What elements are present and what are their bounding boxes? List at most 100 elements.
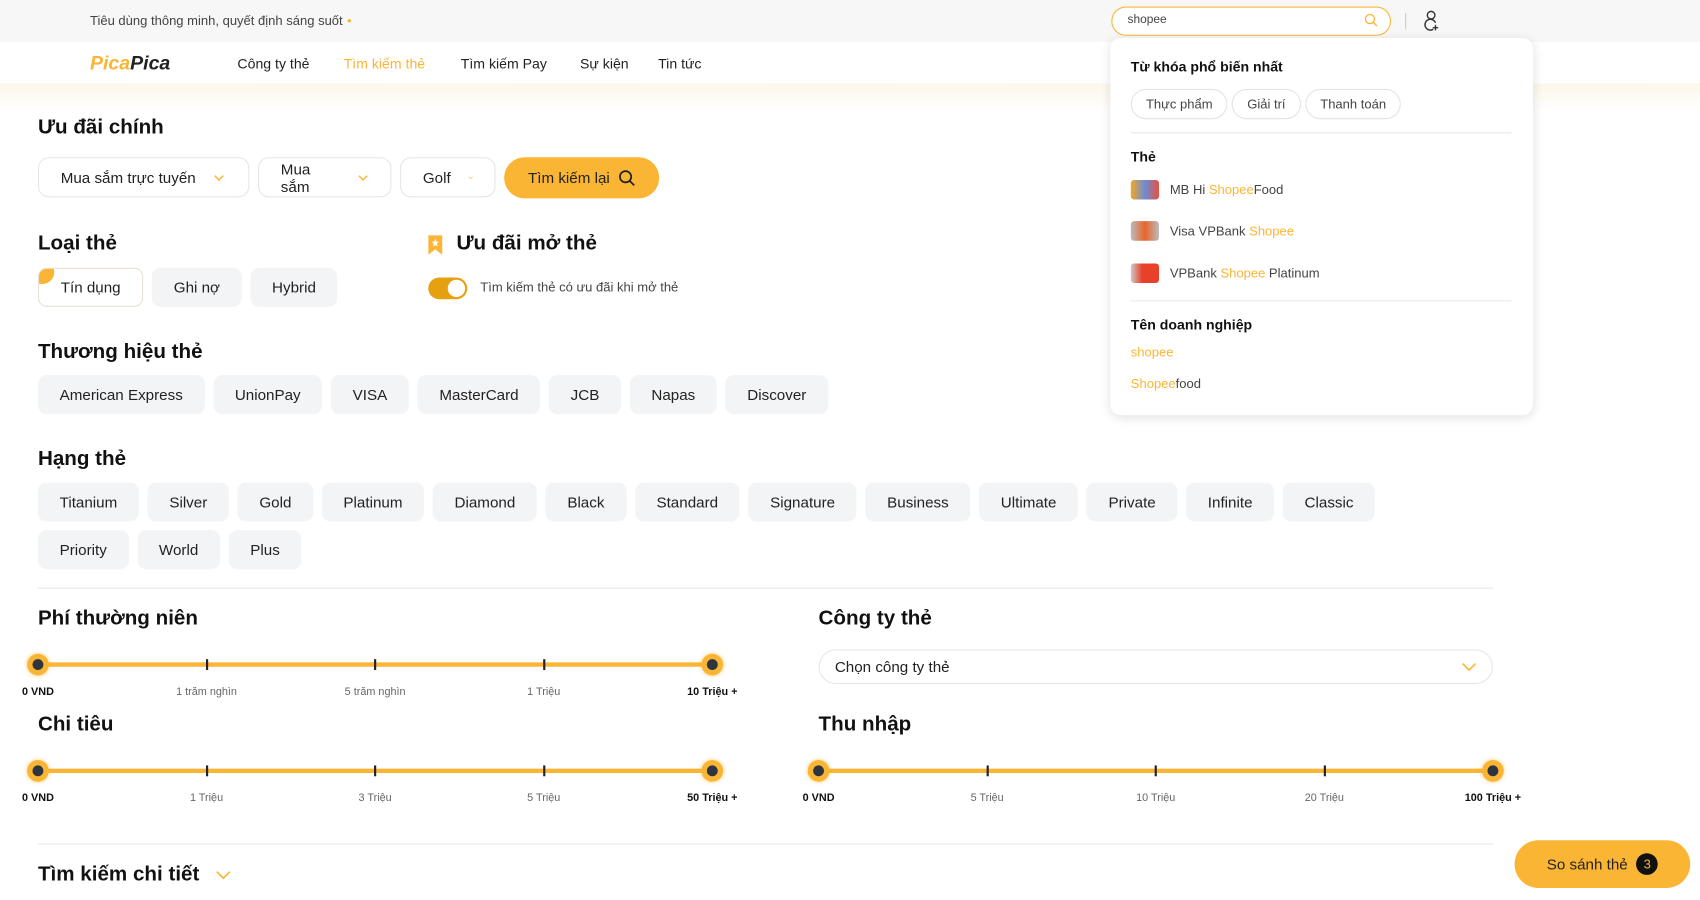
slider-max-handle[interactable] bbox=[1482, 760, 1504, 782]
compare-cards-button[interactable]: So sánh thẻ 3 bbox=[1514, 840, 1691, 888]
company-select[interactable]: Chọn công ty thẻ bbox=[818, 649, 1493, 685]
chip-brand-visa[interactable]: VISA bbox=[330, 375, 409, 415]
search-input[interactable]: shopee bbox=[1111, 6, 1392, 36]
chip-tier-private[interactable]: Private bbox=[1086, 482, 1178, 522]
divider bbox=[37, 587, 1493, 589]
brand-options: American Express UnionPay VISA MasterCard JC… bbox=[37, 375, 829, 415]
chevron-down-icon bbox=[216, 871, 231, 880]
bookmark-star-icon bbox=[428, 235, 443, 255]
section-title-main-offer: Ưu đãi chính bbox=[37, 116, 164, 139]
section-title-spending: Chi tiêu bbox=[37, 713, 114, 737]
chip-brand-discover[interactable]: Discover bbox=[725, 375, 829, 415]
card-thumbnail bbox=[1130, 263, 1159, 283]
search-icon[interactable] bbox=[1364, 13, 1378, 27]
section-title-company: Công ty thẻ bbox=[818, 607, 932, 630]
logo[interactable]: PicaPica bbox=[90, 52, 170, 75]
slider-max-handle[interactable] bbox=[701, 760, 724, 782]
chevron-down-icon bbox=[358, 174, 369, 181]
slider-tick-label: 50 Triệu + bbox=[687, 792, 738, 805]
chip-brand-american-express[interactable]: American Express bbox=[37, 375, 205, 415]
chip-tin-dung[interactable]: Tín dụng bbox=[37, 267, 144, 307]
chip-brand-mastercard[interactable]: MasterCard bbox=[417, 375, 541, 415]
chip-brand-unionpay[interactable]: UnionPay bbox=[213, 375, 323, 415]
chip-tier-platinum[interactable]: Platinum bbox=[321, 482, 425, 522]
section-title-income: Thu nhập bbox=[818, 713, 912, 737]
nav-tim-kiem-pay[interactable]: Tìm kiếm Pay bbox=[461, 55, 547, 71]
user-add-icon[interactable] bbox=[1422, 10, 1439, 32]
chip-tier-ultimate[interactable]: Ultimate bbox=[979, 482, 1079, 522]
open-offer-toggle[interactable] bbox=[428, 277, 468, 300]
popular-keywords-title: Từ khóa phổ biến nhất bbox=[1130, 58, 1283, 75]
section-title-open-offer: Ưu đãi mở thẻ bbox=[456, 232, 597, 255]
slider-tick-label: 1 Triệu bbox=[189, 792, 224, 805]
search-suggestions-panel: Từ khóa phổ biến nhất Thực phẩm Giải trí… bbox=[1110, 37, 1534, 416]
nav-su-kien[interactable]: Sự kiện bbox=[580, 55, 629, 71]
nav-tim-kiem-the[interactable]: Tìm kiếm thẻ bbox=[344, 55, 425, 71]
dropdown-label: Mua sắm bbox=[280, 159, 311, 195]
keyword-chip[interactable]: Giải trí bbox=[1232, 88, 1301, 120]
company-suggestion[interactable]: shopee bbox=[1131, 345, 1174, 360]
nav-tin-tuc[interactable]: Tin tức bbox=[658, 55, 701, 71]
dropdown-label: Mua sắm trực tuyến bbox=[60, 168, 196, 186]
chip-tier-plus[interactable]: Plus bbox=[228, 530, 302, 570]
chip-tier-titanium[interactable]: Titanium bbox=[37, 482, 139, 522]
chip-tier-silver[interactable]: Silver bbox=[147, 482, 229, 522]
search-again-button[interactable]: Tìm kiếm lại bbox=[504, 157, 660, 199]
card-suggestion[interactable]: VPBank Shopee Platinum bbox=[1130, 263, 1320, 283]
keyword-chip[interactable]: Thực phẩm bbox=[1130, 88, 1228, 120]
card-type-options: Tín dụng Ghi nợ Hybrid bbox=[37, 267, 338, 307]
chip-tier-infinite[interactable]: Infinite bbox=[1186, 482, 1275, 522]
company-suggestion[interactable]: Shopeefood bbox=[1131, 376, 1201, 391]
dropdown-category[interactable]: Mua sắm trực tuyến bbox=[37, 157, 250, 198]
button-label: So sánh thẻ bbox=[1546, 855, 1628, 873]
slider-tick-label: 20 Triệu bbox=[1304, 792, 1344, 805]
slider-min-handle[interactable] bbox=[27, 653, 49, 676]
chip-tier-priority[interactable]: Priority bbox=[37, 530, 129, 570]
slider-tick bbox=[1323, 765, 1326, 777]
slider-min-handle[interactable] bbox=[27, 760, 49, 782]
slider-min-handle[interactable] bbox=[807, 760, 830, 782]
chip-tier-gold[interactable]: Gold bbox=[237, 482, 314, 522]
chevron-down-icon bbox=[468, 176, 473, 179]
chip-ghi-no[interactable]: Ghi nợ bbox=[152, 267, 242, 307]
chevron-down-icon bbox=[213, 174, 224, 181]
popular-keywords: Thực phẩm Giải trí Thanh toán bbox=[1130, 88, 1402, 120]
keyword-chip[interactable]: Thanh toán bbox=[1305, 88, 1402, 120]
compare-count-badge: 3 bbox=[1636, 853, 1659, 875]
slider-tick bbox=[1154, 765, 1157, 777]
nav-cong-ty-the[interactable]: Công ty thẻ bbox=[237, 55, 309, 71]
section-title-card-type: Loại thẻ bbox=[37, 232, 117, 255]
chip-tier-classic[interactable]: Classic bbox=[1282, 482, 1376, 522]
card-suggestion[interactable]: Visa VPBank Shopee bbox=[1130, 221, 1294, 241]
button-label: Tìm kiếm lại bbox=[527, 169, 610, 187]
chip-brand-jcb[interactable]: JCB bbox=[548, 375, 622, 415]
chip-tier-black[interactable]: Black bbox=[545, 482, 627, 522]
tier-options-row2: Priority World Plus bbox=[37, 530, 302, 570]
divider bbox=[37, 843, 1493, 845]
main-offer-filters: Mua sắm trực tuyến Mua sắm Golf Tìm kiếm… bbox=[37, 157, 660, 199]
chip-tier-diamond[interactable]: Diamond bbox=[432, 482, 537, 522]
search-icon bbox=[619, 170, 636, 187]
chip-brand-napas[interactable]: Napas bbox=[629, 375, 717, 415]
cards-title: Thẻ bbox=[1130, 148, 1156, 165]
slider-tick-label: 1 trăm nghìn bbox=[176, 686, 237, 699]
divider bbox=[1130, 132, 1512, 134]
card-suggestion[interactable]: MB Hi ShopeeFood bbox=[1130, 179, 1283, 200]
chip-tier-signature[interactable]: Signature bbox=[748, 482, 857, 522]
chip-tier-standard[interactable]: Standard bbox=[634, 482, 740, 522]
chip-tier-world[interactable]: World bbox=[137, 530, 220, 570]
tagline: Tiêu dùng thông minh, quyết định sáng su… bbox=[89, 13, 352, 29]
slider-tick-label: 0 VND bbox=[21, 686, 54, 699]
detail-search-toggle[interactable]: Tìm kiếm chi tiết bbox=[38, 863, 231, 887]
chip-tier-business[interactable]: Business bbox=[865, 482, 971, 522]
dropdown-subcategory[interactable]: Mua sắm bbox=[258, 157, 392, 198]
slider-tick bbox=[374, 659, 377, 671]
slider-tick bbox=[542, 659, 545, 671]
tier-options-row1: Titanium Silver Gold Platinum Diamond Black St… bbox=[37, 482, 1376, 522]
dropdown-offer[interactable]: Golf bbox=[400, 157, 496, 198]
slider-tick-label: 1 Triệu bbox=[527, 686, 561, 699]
slider-tick-label: 5 Triệu bbox=[970, 792, 1004, 805]
slider-tick-label: 100 Triệu + bbox=[1464, 792, 1522, 805]
chip-hybrid[interactable]: Hybrid bbox=[250, 267, 338, 307]
slider-max-handle[interactable] bbox=[701, 653, 724, 676]
